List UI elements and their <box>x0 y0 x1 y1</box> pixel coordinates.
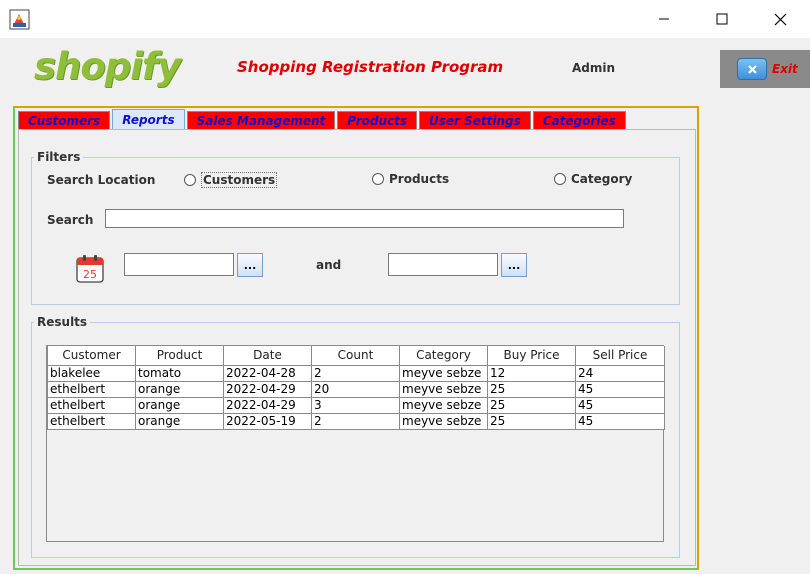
date-to-picker-button[interactable]: ... <box>501 253 527 277</box>
maximize-icon <box>716 13 728 25</box>
minimize-button[interactable] <box>641 0 687 38</box>
table-cell: 20 <box>311 380 400 398</box>
table-cell: 2022-04-29 <box>223 396 312 414</box>
close-icon <box>774 13 786 25</box>
table-cell: tomato <box>135 364 224 382</box>
table-cell: 3 <box>311 396 400 414</box>
radio-circle <box>372 173 384 185</box>
column-header-customer[interactable]: Customer <box>47 346 136 366</box>
filters-title: Filters <box>34 150 84 164</box>
table-row[interactable]: ethelbert orange 2022-04-29 20 meyve seb… <box>47 380 665 398</box>
column-header-buy-price[interactable]: Buy Price <box>487 346 576 366</box>
table-cell: orange <box>135 412 224 430</box>
tab-sales-management[interactable]: Sales Management <box>186 111 336 129</box>
table-cell: 2022-05-19 <box>223 412 312 430</box>
radio-circle <box>184 174 196 186</box>
radio-category[interactable]: Category <box>554 172 632 186</box>
tab-products[interactable]: Products <box>337 111 417 129</box>
date-from-input[interactable] <box>124 253 234 276</box>
and-label: and <box>316 258 342 272</box>
table-row[interactable]: blakelee tomato 2022-04-28 2 meyve sebze… <box>47 364 665 382</box>
table-cell: orange <box>135 396 224 414</box>
table-cell: 45 <box>575 396 665 414</box>
java-app-icon <box>9 9 30 30</box>
table-cell: 45 <box>575 412 665 430</box>
table-cell: 2022-04-28 <box>223 364 312 382</box>
table-cell: 24 <box>575 364 665 382</box>
app-title: Shopping Registration Program <box>237 58 504 76</box>
table-cell: 2 <box>311 364 400 382</box>
user-role-label: Admin <box>572 61 616 75</box>
tab-reports[interactable]: Reports <box>112 109 185 129</box>
tab-categories[interactable]: Categories <box>532 111 626 129</box>
radio-circle <box>554 173 566 185</box>
tab-customers[interactable]: Customers <box>18 111 111 129</box>
date-from-picker-button[interactable]: ... <box>237 253 263 277</box>
search-location-label: Search Location <box>47 173 156 187</box>
table-cell: 25 <box>487 412 576 430</box>
table-cell: blakelee <box>47 364 136 382</box>
results-table: Customer Product Date Count Category Buy… <box>47 346 665 430</box>
calendar-day: 25 <box>83 268 97 281</box>
table-header-row: Customer Product Date Count Category Buy… <box>47 346 665 366</box>
table-cell: 2022-04-29 <box>223 380 312 398</box>
radio-products[interactable]: Products <box>372 172 449 186</box>
title-bar <box>0 0 810 38</box>
tab-bar: Customers Reports Sales Management Produ… <box>18 109 628 129</box>
radio-category-label: Category <box>571 172 633 186</box>
column-header-count[interactable]: Count <box>311 346 400 366</box>
exit-button[interactable]: Exit <box>737 58 801 80</box>
radio-customers[interactable]: Customers <box>184 172 278 188</box>
close-button[interactable] <box>757 0 803 38</box>
table-cell: meyve sebze <box>399 412 488 430</box>
table-cell: meyve sebze <box>399 364 488 382</box>
minimize-icon <box>659 18 669 20</box>
radio-customers-label: Customers <box>201 172 278 188</box>
search-input[interactable] <box>105 209 624 228</box>
table-cell: 25 <box>487 380 576 398</box>
table-cell: ethelbert <box>47 412 136 430</box>
table-cell: meyve sebze <box>399 396 488 414</box>
results-table-container[interactable]: Customer Product Date Count Category Buy… <box>46 345 665 542</box>
table-cell: ethelbert <box>47 396 136 414</box>
column-header-product[interactable]: Product <box>135 346 224 366</box>
table-row[interactable]: ethelbert orange 2022-04-29 3 meyve sebz… <box>47 396 665 414</box>
maximize-button[interactable] <box>699 0 745 38</box>
table-cell: 45 <box>575 380 665 398</box>
results-title: Results <box>34 315 91 329</box>
table-cell: 25 <box>487 396 576 414</box>
table-cell: meyve sebze <box>399 380 488 398</box>
tab-user-settings[interactable]: User Settings <box>418 111 531 129</box>
column-header-sell-price[interactable]: Sell Price <box>575 346 665 366</box>
shopify-logo: shopify <box>34 45 181 88</box>
radio-products-label: Products <box>389 172 450 186</box>
table-cell: 2 <box>311 412 400 430</box>
close-x-icon <box>737 58 767 80</box>
column-header-category[interactable]: Category <box>399 346 488 366</box>
table-cell: ethelbert <box>47 380 136 398</box>
column-header-date[interactable]: Date <box>223 346 312 366</box>
search-label: Search <box>47 213 94 227</box>
table-cell: 12 <box>487 364 576 382</box>
table-cell: orange <box>135 380 224 398</box>
table-row[interactable]: ethelbert orange 2022-05-19 2 meyve sebz… <box>47 412 665 430</box>
calendar-icon: 25 <box>76 255 104 283</box>
date-to-input[interactable] <box>388 253 498 276</box>
exit-label: Exit <box>772 62 798 76</box>
